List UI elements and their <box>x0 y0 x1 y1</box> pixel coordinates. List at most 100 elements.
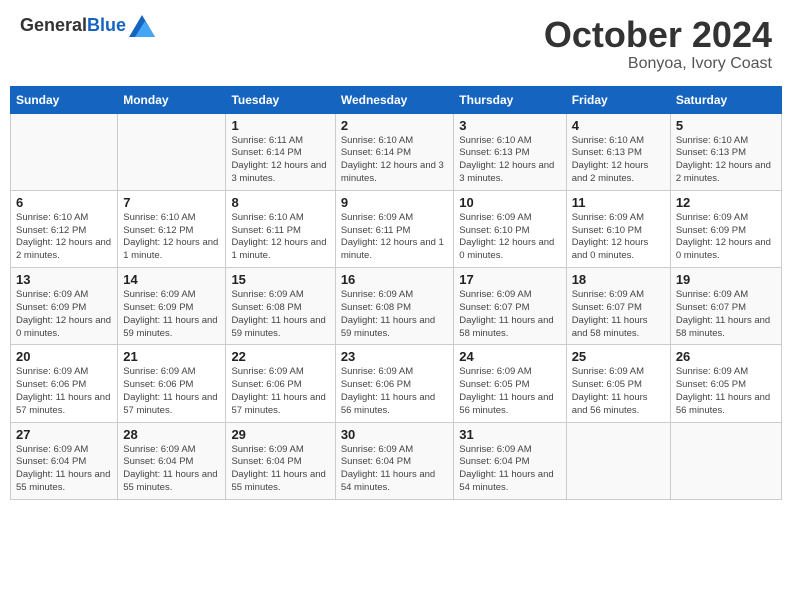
day-info: Sunrise: 6:09 AMSunset: 6:07 PMDaylight:… <box>676 289 776 340</box>
day-info: Sunrise: 6:09 AMSunset: 6:07 PMDaylight:… <box>572 289 665 340</box>
calendar-cell: 17Sunrise: 6:09 AMSunset: 6:07 PMDayligh… <box>454 268 566 345</box>
calendar-cell <box>118 113 226 190</box>
day-info: Sunrise: 6:09 AMSunset: 6:04 PMDaylight:… <box>231 444 329 495</box>
day-info: Sunrise: 6:09 AMSunset: 6:05 PMDaylight:… <box>572 366 665 417</box>
calendar-cell: 7Sunrise: 6:10 AMSunset: 6:12 PMDaylight… <box>118 190 226 267</box>
calendar-cell: 11Sunrise: 6:09 AMSunset: 6:10 PMDayligh… <box>566 190 670 267</box>
calendar-cell: 27 Sunrise: 6:09 AMSunset: 6:04 PMDayligh… <box>11 422 118 499</box>
calendar-cell: 1 Sunrise: 6:11 AMSunset: 6:14 PMDaylight… <box>226 113 335 190</box>
column-header-sunday: Sunday <box>11 86 118 113</box>
day-number: 16 <box>341 272 448 287</box>
day-info: Sunrise: 6:09 AMSunset: 6:09 PMDaylight:… <box>16 289 112 340</box>
month-title: October 2024 Bonyoa, Ivory Coast <box>544 15 772 73</box>
calendar-week-1: 1 Sunrise: 6:11 AMSunset: 6:14 PMDaylight… <box>11 113 782 190</box>
day-number: 15 <box>231 272 329 287</box>
day-number: 1 <box>231 118 329 133</box>
day-number: 27 <box>16 427 112 442</box>
column-header-tuesday: Tuesday <box>226 86 335 113</box>
page-header: GeneralBlue October 2024 Bonyoa, Ivory C… <box>10 10 782 78</box>
calendar-header-row: SundayMondayTuesdayWednesdayThursdayFrid… <box>11 86 782 113</box>
calendar-cell: 12Sunrise: 6:09 AMSunset: 6:09 PMDayligh… <box>670 190 781 267</box>
month-year: October 2024 <box>544 15 772 55</box>
day-number: 24 <box>459 349 560 364</box>
column-header-saturday: Saturday <box>670 86 781 113</box>
calendar-cell <box>670 422 781 499</box>
calendar-week-2: 6 Sunrise: 6:10 AMSunset: 6:12 PMDaylight… <box>11 190 782 267</box>
day-number: 23 <box>341 349 448 364</box>
logo-general: GeneralBlue <box>20 16 126 36</box>
calendar-cell: 28 Sunrise: 6:09 AMSunset: 6:04 PMDayligh… <box>118 422 226 499</box>
day-number: 14 <box>123 272 220 287</box>
calendar-cell: 31Sunrise: 6:09 AMSunset: 6:04 PMDayligh… <box>454 422 566 499</box>
day-info: Sunrise: 6:10 AMSunset: 6:13 PMDaylight:… <box>572 135 665 186</box>
day-number: 3 <box>459 118 560 133</box>
day-number: 13 <box>16 272 112 287</box>
calendar-cell: 23 Sunrise: 6:09 AMSunset: 6:06 PMDayligh… <box>335 345 453 422</box>
calendar-cell: 19 Sunrise: 6:09 AMSunset: 6:07 PMDayligh… <box>670 268 781 345</box>
day-number: 6 <box>16 195 112 210</box>
day-info: Sunrise: 6:09 AMSunset: 6:06 PMDaylight:… <box>123 366 220 417</box>
day-number: 11 <box>572 195 665 210</box>
day-number: 28 <box>123 427 220 442</box>
day-info: Sunrise: 6:10 AMSunset: 6:12 PMDaylight:… <box>16 212 112 263</box>
logo-icon <box>129 15 155 37</box>
day-info: Sunrise: 6:09 AMSunset: 6:04 PMDaylight:… <box>341 444 448 495</box>
calendar-cell <box>566 422 670 499</box>
day-number: 30 <box>341 427 448 442</box>
day-number: 7 <box>123 195 220 210</box>
calendar-cell: 16 Sunrise: 6:09 AMSunset: 6:08 PMDayligh… <box>335 268 453 345</box>
calendar-cell: 5 Sunrise: 6:10 AMSunset: 6:13 PMDaylight… <box>670 113 781 190</box>
day-info: Sunrise: 6:09 AMSunset: 6:06 PMDaylight:… <box>341 366 448 417</box>
calendar-cell <box>11 113 118 190</box>
calendar-cell: 3 Sunrise: 6:10 AMSunset: 6:13 PMDaylight… <box>454 113 566 190</box>
column-header-friday: Friday <box>566 86 670 113</box>
day-info: Sunrise: 6:09 AMSunset: 6:05 PMDaylight:… <box>676 366 776 417</box>
calendar-cell: 8 Sunrise: 6:10 AMSunset: 6:11 PMDaylight… <box>226 190 335 267</box>
calendar-body: 1 Sunrise: 6:11 AMSunset: 6:14 PMDaylight… <box>11 113 782 499</box>
calendar-week-3: 13 Sunrise: 6:09 AMSunset: 6:09 PMDayligh… <box>11 268 782 345</box>
calendar-table: SundayMondayTuesdayWednesdayThursdayFrid… <box>10 86 782 500</box>
day-info: Sunrise: 6:09 AMSunset: 6:10 PMDaylight:… <box>459 212 560 263</box>
column-header-monday: Monday <box>118 86 226 113</box>
day-info: Sunrise: 6:10 AMSunset: 6:14 PMDaylight:… <box>341 135 448 186</box>
calendar-cell: 22 Sunrise: 6:09 AMSunset: 6:06 PMDayligh… <box>226 345 335 422</box>
day-info: Sunrise: 6:09 AMSunset: 6:08 PMDaylight:… <box>341 289 448 340</box>
calendar-cell: 15 Sunrise: 6:09 AMSunset: 6:08 PMDayligh… <box>226 268 335 345</box>
day-info: Sunrise: 6:09 AMSunset: 6:05 PMDaylight:… <box>459 366 560 417</box>
day-info: Sunrise: 6:09 AMSunset: 6:04 PMDaylight:… <box>123 444 220 495</box>
day-info: Sunrise: 6:11 AMSunset: 6:14 PMDaylight:… <box>231 135 329 186</box>
day-number: 10 <box>459 195 560 210</box>
day-info: Sunrise: 6:09 AMSunset: 6:04 PMDaylight:… <box>16 444 112 495</box>
calendar-cell: 29Sunrise: 6:09 AMSunset: 6:04 PMDayligh… <box>226 422 335 499</box>
calendar-cell: 4 Sunrise: 6:10 AMSunset: 6:13 PMDaylight… <box>566 113 670 190</box>
calendar-week-5: 27 Sunrise: 6:09 AMSunset: 6:04 PMDayligh… <box>11 422 782 499</box>
calendar-cell: 21 Sunrise: 6:09 AMSunset: 6:06 PMDayligh… <box>118 345 226 422</box>
logo: GeneralBlue <box>20 15 155 37</box>
day-info: Sunrise: 6:09 AMSunset: 6:06 PMDaylight:… <box>231 366 329 417</box>
calendar-cell: 30 Sunrise: 6:09 AMSunset: 6:04 PMDayligh… <box>335 422 453 499</box>
day-number: 5 <box>676 118 776 133</box>
day-info: Sunrise: 6:09 AMSunset: 6:06 PMDaylight:… <box>16 366 112 417</box>
day-info: Sunrise: 6:10 AMSunset: 6:13 PMDaylight:… <box>459 135 560 186</box>
day-number: 20 <box>16 349 112 364</box>
calendar-cell: 25 Sunrise: 6:09 AMSunset: 6:05 PMDayligh… <box>566 345 670 422</box>
day-number: 4 <box>572 118 665 133</box>
day-info: Sunrise: 6:09 AMSunset: 6:09 PMDaylight:… <box>676 212 776 263</box>
day-number: 9 <box>341 195 448 210</box>
calendar-cell: 6 Sunrise: 6:10 AMSunset: 6:12 PMDaylight… <box>11 190 118 267</box>
day-number: 2 <box>341 118 448 133</box>
day-info: Sunrise: 6:10 AMSunset: 6:13 PMDaylight:… <box>676 135 776 186</box>
day-number: 25 <box>572 349 665 364</box>
day-number: 8 <box>231 195 329 210</box>
day-info: Sunrise: 6:10 AMSunset: 6:11 PMDaylight:… <box>231 212 329 263</box>
day-info: Sunrise: 6:09 AMSunset: 6:09 PMDaylight:… <box>123 289 220 340</box>
day-number: 22 <box>231 349 329 364</box>
calendar-week-4: 20 Sunrise: 6:09 AMSunset: 6:06 PMDayligh… <box>11 345 782 422</box>
day-info: Sunrise: 6:09 AMSunset: 6:08 PMDaylight:… <box>231 289 329 340</box>
day-number: 19 <box>676 272 776 287</box>
day-number: 18 <box>572 272 665 287</box>
calendar-cell: 26Sunrise: 6:09 AMSunset: 6:05 PMDayligh… <box>670 345 781 422</box>
day-number: 17 <box>459 272 560 287</box>
day-number: 21 <box>123 349 220 364</box>
calendar-cell: 18 Sunrise: 6:09 AMSunset: 6:07 PMDayligh… <box>566 268 670 345</box>
